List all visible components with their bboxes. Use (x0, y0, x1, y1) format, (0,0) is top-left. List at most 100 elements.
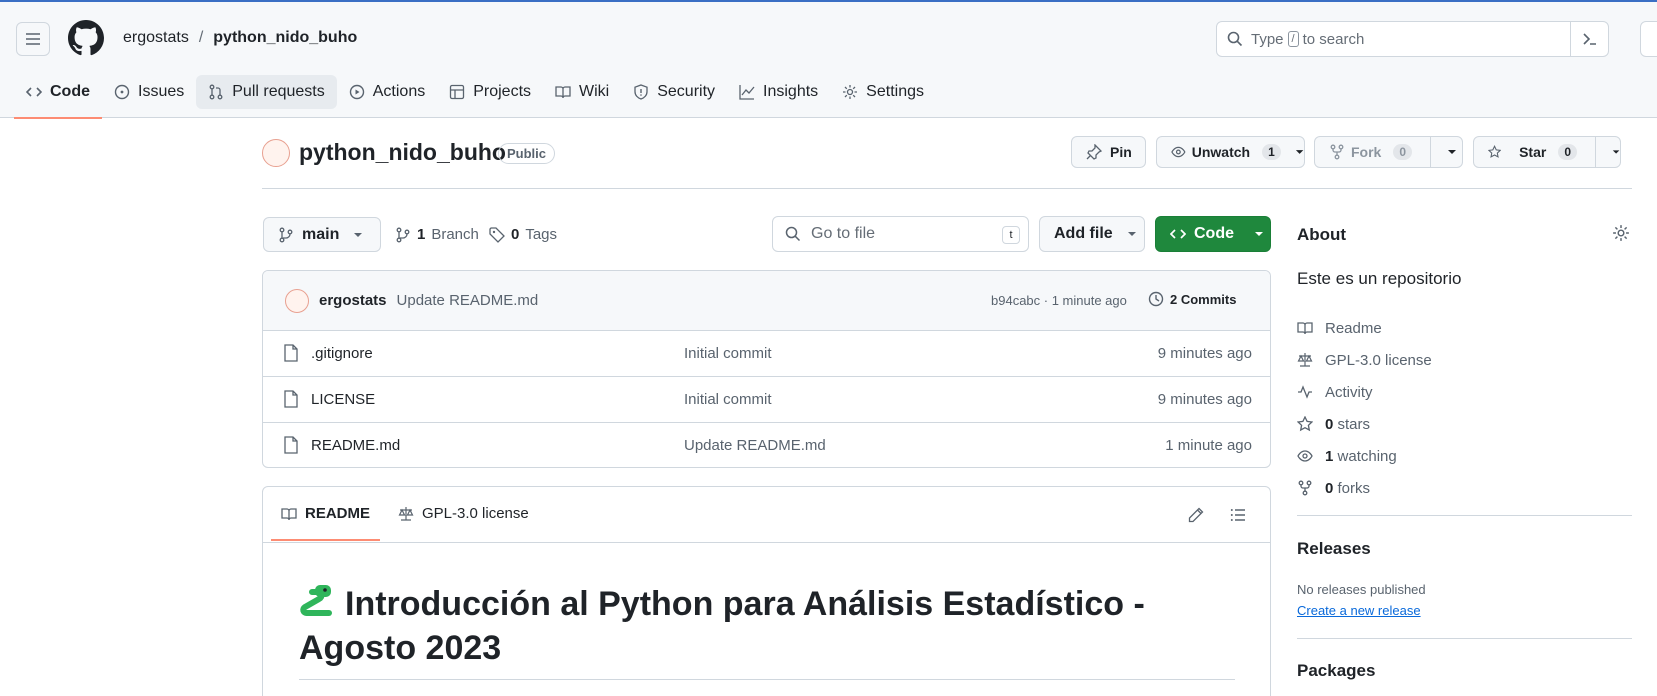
create-new-button[interactable] (1640, 21, 1657, 57)
tab-label: Pull requests (232, 83, 325, 100)
book-icon (555, 86, 571, 99)
file-icon (284, 436, 298, 454)
tab-issues[interactable]: Issues (102, 75, 196, 109)
table-icon (450, 84, 465, 100)
watching-label: watching (1337, 447, 1397, 465)
pin-label: Pin (1110, 144, 1132, 160)
stars-link[interactable]: 0 stars (1297, 408, 1432, 440)
tab-security[interactable]: Security (621, 75, 727, 109)
file-commit-message[interactable]: Initial commit (684, 391, 772, 408)
caret-down-icon[interactable] (1612, 147, 1620, 157)
repo-title[interactable]: python_nido_buho (299, 139, 506, 166)
license-link[interactable]: GPL-3.0 license (1297, 344, 1432, 376)
file-row[interactable]: .gitignore Initial commit 9 minutes ago (263, 331, 1270, 377)
search-icon (1227, 31, 1243, 47)
tab-insights[interactable]: Insights (727, 75, 830, 109)
file-row[interactable]: README.md Update README.md 1 minute ago (263, 423, 1270, 467)
graph-icon (739, 85, 755, 100)
tab-readme-label: README (305, 505, 371, 522)
commits-label: 2 Commits (1170, 291, 1237, 307)
tab-license[interactable]: GPL-3.0 license (398, 505, 529, 522)
activity-link[interactable]: Activity (1297, 376, 1432, 408)
avatar[interactable] (285, 288, 309, 313)
file-name[interactable]: README.md (311, 437, 400, 454)
commits-link[interactable]: 2 Commits (1148, 291, 1236, 307)
tab-license-label: GPL-3.0 license (422, 505, 529, 522)
header-divider (262, 188, 1632, 189)
about-description: Este es un repositorio (1297, 269, 1462, 288)
file-commit-message[interactable]: Initial commit (684, 345, 772, 362)
branches-link[interactable]: 1 Branch (395, 226, 479, 243)
law-icon (1297, 353, 1313, 367)
caret-down-icon[interactable] (1447, 147, 1457, 157)
tab-readme[interactable]: README (270, 505, 381, 541)
tab-pull-requests[interactable]: Pull requests (196, 75, 337, 109)
readme-link-label: Readme (1325, 319, 1382, 337)
pencil-icon[interactable] (1188, 507, 1204, 523)
releases-title[interactable]: Releases (1297, 539, 1371, 559)
tab-label: Issues (138, 83, 185, 100)
create-release-link[interactable]: Create a new release (1297, 603, 1421, 618)
tag-label: Tags (525, 226, 558, 243)
tab-label: Actions (372, 83, 426, 100)
unwatch-button[interactable]: Unwatch 1 (1156, 136, 1305, 168)
tab-label: Settings (866, 83, 924, 100)
go-to-file-input[interactable]: Go to file t (772, 216, 1029, 252)
branch-icon (396, 227, 410, 242)
search-suffix: to search (1302, 30, 1365, 48)
file-name[interactable]: LICENSE (311, 391, 375, 408)
releases-note: No releases published (1297, 582, 1426, 597)
search-shortcut-key: / (1287, 31, 1299, 47)
readme-link[interactable]: Readme (1297, 312, 1432, 344)
commit-message[interactable]: Update README.md (397, 292, 539, 309)
heading-rule (299, 679, 1235, 680)
star-button[interactable]: Star 0 (1473, 136, 1621, 168)
tab-wiki[interactable]: Wiki (543, 75, 621, 109)
tab-actions[interactable]: Actions (337, 75, 437, 109)
commit-hash-time[interactable]: b94cabc · 1 minute ago (991, 293, 1127, 308)
menu-button[interactable] (16, 22, 50, 56)
commit-author[interactable]: ergostats (319, 292, 387, 309)
tab-code[interactable]: Code (14, 75, 102, 119)
forks-link[interactable]: 0 forks (1297, 472, 1432, 504)
tab-projects[interactable]: Projects (437, 75, 543, 109)
terminal-icon (1582, 33, 1596, 45)
breadcrumb-repo[interactable]: python_nido_buho (213, 29, 357, 47)
file-icon (284, 390, 298, 408)
hamburger-icon (26, 33, 40, 45)
command-palette-button[interactable] (1570, 22, 1608, 56)
visibility-badge: Public (498, 143, 556, 164)
top-header: ergostats / python_nido_buho Type / to s… (0, 0, 1657, 119)
stars-count: 0 (1325, 415, 1334, 433)
github-logo-icon[interactable] (68, 20, 104, 56)
tags-link[interactable]: 0 Tags (489, 226, 557, 243)
breadcrumb-separator: / (198, 29, 204, 46)
tag-count: 0 (511, 226, 520, 243)
activity-link-label: Activity (1325, 383, 1373, 401)
packages-title[interactable]: Packages (1297, 661, 1375, 681)
search-icon (785, 226, 801, 242)
list-icon[interactable] (1230, 507, 1246, 523)
repo-owner-avatar[interactable] (262, 139, 290, 167)
tab-settings[interactable]: Settings (830, 75, 936, 109)
add-file-button[interactable]: Add file (1039, 216, 1145, 252)
pin-button[interactable]: Pin (1071, 136, 1146, 168)
global-search-input[interactable]: Type / to search (1216, 21, 1609, 57)
file-name[interactable]: .gitignore (311, 345, 373, 362)
forks-count: 0 (1325, 479, 1334, 497)
branch-name: main (302, 225, 340, 243)
file-commit-message[interactable]: Update README.md (684, 437, 826, 454)
go-to-file-placeholder: Go to file (811, 225, 876, 242)
gear-icon[interactable] (1612, 224, 1630, 242)
branch-selector[interactable]: main (263, 217, 381, 252)
watching-link[interactable]: 1 watching (1297, 440, 1432, 472)
code-dropdown-button[interactable]: Code (1155, 216, 1271, 252)
file-row[interactable]: LICENSE Initial commit 9 minutes ago (263, 377, 1270, 423)
gear-icon (843, 85, 858, 99)
fork-button[interactable]: Fork 0 (1314, 136, 1463, 168)
stars-label: stars (1337, 415, 1371, 433)
readme-heading: Introducción al Python para Análisis Est… (299, 582, 1199, 670)
branch-icon (279, 227, 293, 242)
breadcrumb-owner[interactable]: ergostats (123, 29, 189, 47)
readme-panel: README GPL-3.0 license Introducción al P… (262, 486, 1271, 696)
